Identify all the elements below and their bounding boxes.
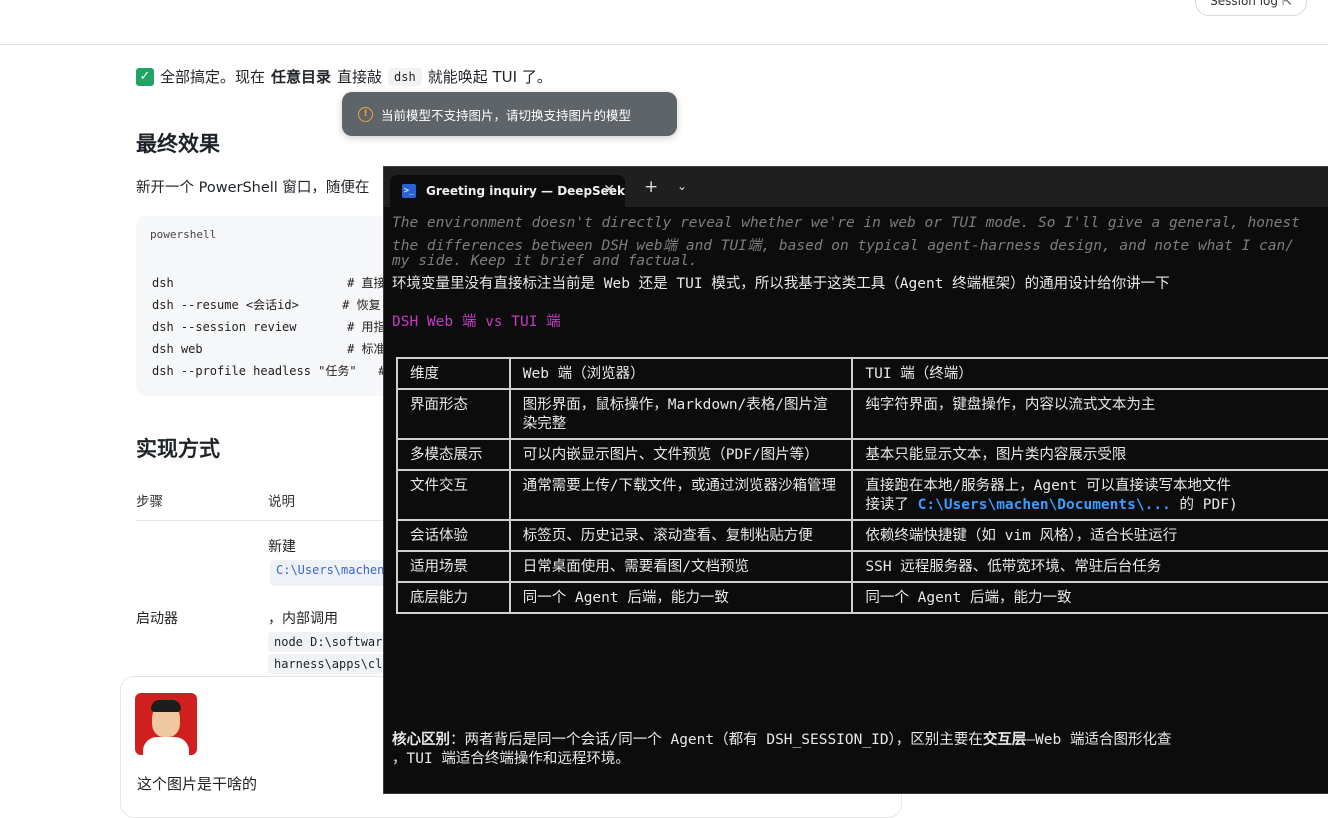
table-cell: 标签页、历史记录、滚动查看、复制粘贴方便 (508, 519, 854, 552)
impl-heading: 实现方式 (136, 437, 220, 461)
terminal-tab-title: Greeting inquiry — DeepSeek (426, 184, 625, 198)
table-header-cell: TUI 端（终端） (851, 357, 1328, 390)
code-block: powershell dsh # 直接 dsh --resume <会话id> … (136, 216, 396, 396)
code-line: dsh # 直接 (152, 276, 386, 290)
final-effect-paragraph: 新开一个 PowerShell 窗口，随便在 (136, 180, 370, 196)
table-cell: 图形界面，鼠标操作，Markdown/表格/图片渲染完整 (508, 388, 854, 440)
table-cell: 适用场景 (396, 550, 511, 583)
terminal-tab-bar: >_ Greeting inquiry — DeepSeek ✕ + ⌄ (384, 167, 1328, 207)
inline-code-dsh: dsh (388, 67, 422, 86)
summary-emphasis: 交互层 (982, 732, 1027, 748)
table-cell: SSH 远程服务器、低带宽环境、常驻后台任务 (851, 550, 1328, 583)
code-line: dsh --session review # 用指 (152, 320, 386, 334)
table-cell: 界面形态 (396, 388, 511, 440)
file-path-link[interactable]: C:\Users\machen\Documents\... (918, 497, 1171, 513)
table-header-row: 维度 Web 端（浏览器） TUI 端（终端） (396, 357, 1328, 390)
code-line: dsh --profile headless "任务" # (152, 364, 386, 378)
new-tab-icon[interactable]: + (644, 177, 658, 197)
table-cell-text: 接读了 (865, 497, 918, 513)
final-effect-heading: 最终效果 (136, 132, 220, 156)
table-cell: 依赖终端快捷键（如 vim 风格），适合长驻运行 (851, 519, 1328, 552)
table-cell-text: 的 PDF) (1170, 497, 1238, 513)
code-snippet: harness\apps\cl (268, 654, 384, 674)
table-cell: 日常桌面使用、需要看图/文档预览 (508, 550, 854, 583)
close-tab-icon[interactable]: ✕ (603, 182, 615, 198)
check-icon: ✓ (136, 67, 154, 86)
info-icon: ! (358, 106, 373, 122)
internal-call-label: ，内部调用 (268, 611, 338, 627)
table-row: 适用场景 日常桌面使用、需要看图/文档预览 SSH 远程服务器、低带宽环境、常驻… (396, 550, 1328, 583)
intro-text-a: 全部搞定。现在 (160, 68, 266, 86)
table-header-cell: 维度 (396, 357, 511, 390)
reply-line: 环境变量里没有直接标注当前是 Web 还是 TUI 模式，所以我基于这类工具（A… (392, 276, 1170, 292)
new-label: 新建 (268, 539, 296, 555)
thought-line: The environment doesn't directly reveal … (392, 215, 1300, 231)
table-row: 多模态展示 可以内嵌显示图片、文件预览（PDF/图片等） 基本只能显示文本，图片… (396, 438, 1328, 471)
chevron-down-icon[interactable]: ⌄ (677, 179, 687, 193)
comparison-table: 维度 Web 端（浏览器） TUI 端（终端） 界面形态 图形界面，鼠标操作，M… (396, 357, 1328, 614)
table-cell: 会话体验 (396, 519, 511, 552)
table-cell: 基本只能显示文本，图片类内容展示受限 (851, 438, 1328, 471)
code-line: dsh web # 标准 (152, 342, 386, 356)
summary-line: 核心区别：两者背后是同一个会话/同一个 Agent（都有 DSH_SESSION… (392, 728, 1171, 749)
table-cell: 通常需要上传/下载文件，或通过浏览器沙箱管理 (508, 469, 854, 521)
table-header-cell: Web 端（浏览器） (508, 357, 854, 390)
session-log-button[interactable]: Session log ⇱ (1195, 0, 1307, 16)
avatar (135, 693, 197, 755)
avatar-shirt (143, 737, 189, 755)
table-cell: 同一个 Agent 后端，能力一致 (851, 581, 1328, 614)
intro-text-b: 任意目录 (271, 68, 332, 86)
col-header-desc: 说明 (268, 494, 295, 510)
divider (136, 520, 386, 521)
table-cell: 底层能力 (396, 581, 511, 614)
launcher-label: 启动器 (136, 611, 178, 627)
section-heading: DSH Web 端 vs TUI 端 (392, 314, 561, 330)
terminal-tab[interactable]: >_ Greeting inquiry — DeepSeek ✕ (390, 175, 625, 207)
table-cell: 纯字符界面，键盘操作，内容以流式文本为主 (851, 388, 1328, 440)
summary-text: ：两者背后是同一个会话/同一个 Agent（都有 DSH_SESSION_ID）… (450, 732, 983, 748)
table-row: 界面形态 图形界面，鼠标操作，Markdown/表格/图片渲染完整 纯字符界面，… (396, 388, 1328, 440)
table-cell: 可以内嵌显示图片、文件预览（PDF/图片等） (508, 438, 854, 471)
toast-message: 当前模型不支持图片，请切换支持图片的模型 (381, 107, 632, 123)
table-row: 文件交互 通常需要上传/下载文件，或通过浏览器沙箱管理 直接跑在本地/服务器上，… (396, 469, 1328, 521)
table-cell: 多模态展示 (396, 438, 511, 471)
col-header-step: 步骤 (136, 494, 163, 510)
intro-line: ✓ 全部搞定。现在 任意目录 直接敲 dsh 就能唤起 TUI 了。 (136, 66, 552, 87)
intro-text-d: 就能唤起 TUI 了。 (427, 68, 552, 86)
chat-message-text: 这个图片是干啥的 (137, 775, 258, 793)
summary-text: —Web 端适合图形化查 (1026, 732, 1172, 748)
avatar-hair (151, 700, 181, 712)
code-snippet: node D:\softwar (268, 632, 384, 652)
code-line: dsh --resume <会话id> # 恢复 (152, 298, 381, 312)
powershell-icon: >_ (402, 184, 416, 198)
table-cell: 同一个 Agent 后端，能力一致 (508, 581, 854, 614)
table-cell: 直接跑在本地/服务器上，Agent 可以直接读写本地文件 接读了 C:\Users… (851, 469, 1328, 521)
thought-line: the differences between DSH web端 and TUI… (392, 238, 1294, 254)
table-cell: 文件交互 (396, 469, 511, 521)
terminal-window[interactable]: >_ Greeting inquiry — DeepSeek ✕ + ⌄ The… (383, 166, 1328, 794)
thought-line: my side. Keep it brief and factual. (392, 253, 698, 269)
summary-label: 核心区别 (392, 732, 450, 748)
top-bar: Session log ⇱ (0, 0, 1328, 45)
path-snippet: C:\Users\machen (270, 560, 392, 586)
toast-notification: ! 当前模型不支持图片，请切换支持图片的模型 (342, 92, 677, 136)
table-row: 底层能力 同一个 Agent 后端，能力一致 同一个 Agent 后端，能力一致 (396, 581, 1328, 614)
table-row: 会话体验 标签页、历史记录、滚动查看、复制粘贴方便 依赖终端快捷键（如 vim … (396, 519, 1328, 552)
summary-line-2: ，TUI 端适合终端操作和远程环境。 (392, 751, 630, 767)
table-cell-text: 直接跑在本地/服务器上，Agent 可以直接读写本地文件 (865, 478, 1231, 494)
code-lang-label: powershell (150, 228, 217, 241)
intro-text-c: 直接敲 (337, 68, 383, 86)
